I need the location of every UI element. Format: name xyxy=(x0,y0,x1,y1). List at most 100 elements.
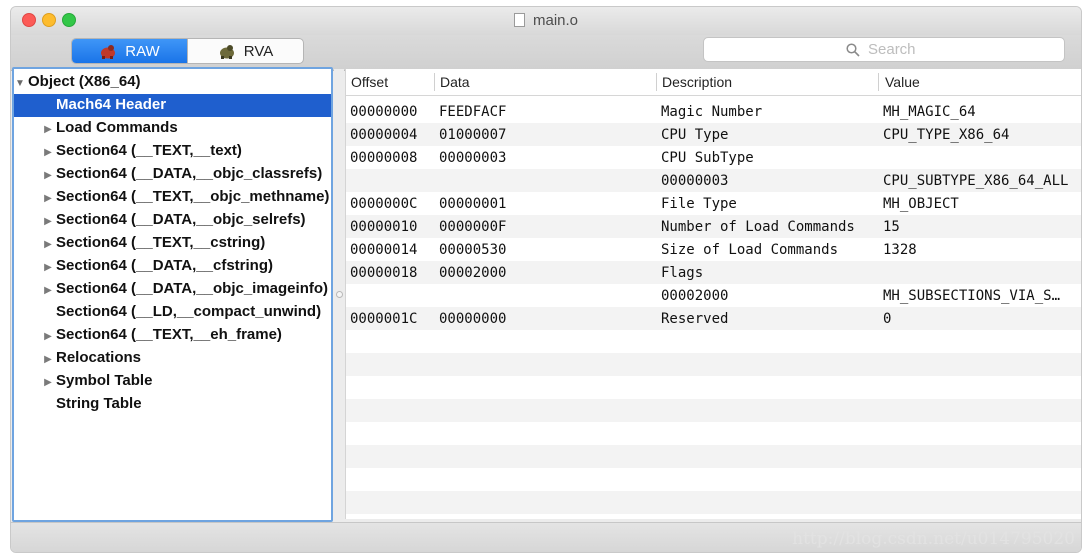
search-icon xyxy=(846,42,860,57)
tree-item-label: Section64 (__DATA,__objc_classrefs) xyxy=(56,165,323,182)
table-row[interactable]: 00000010 0000000F Number of Load Command… xyxy=(346,215,1081,238)
value-cell: CPU_TYPE_X86_64 xyxy=(883,127,1010,143)
search-field[interactable] xyxy=(703,37,1065,62)
search-input[interactable] xyxy=(866,40,922,59)
disclosure-triangle-icon[interactable]: ▶ xyxy=(42,188,54,210)
tree-item-section-eh-frame[interactable]: ▶ Section64 (__TEXT,__eh_frame) xyxy=(14,324,331,347)
disclosure-triangle-icon[interactable]: ▶ xyxy=(42,165,54,187)
tree-item-section-objc-selrefs[interactable]: ▶ Section64 (__DATA,__objc_selrefs) xyxy=(14,209,331,232)
value-cell: CPU_SUBTYPE_X86_64_ALL xyxy=(883,173,1069,189)
column-header-data[interactable]: Data xyxy=(440,74,470,90)
address-mode-segmented-control: RAW RVA xyxy=(71,38,304,64)
tree-item-label: Section64 (__DATA,__objc_imageinfo) xyxy=(56,280,329,297)
table-row[interactable]: 00000004 01000007 CPU Type CPU_TYPE_X86_… xyxy=(346,123,1081,146)
disclosure-triangle-icon[interactable]: ▶ xyxy=(42,280,54,302)
tree-item-section-objc-methname[interactable]: ▶ Section64 (__TEXT,__objc_methname) xyxy=(14,186,331,209)
table-row[interactable]: 00000018 00002000 Flags xyxy=(346,261,1081,284)
value-cell: MH_MAGIC_64 xyxy=(883,104,976,120)
tree-item-label: Section64 (__DATA,__objc_selrefs) xyxy=(56,211,306,228)
description-cell: Magic Number xyxy=(661,104,763,120)
table-row[interactable]: 00000000 FEEDFACF Magic Number MH_MAGIC_… xyxy=(346,100,1081,123)
value-cell: MH_SUBSECTIONS_VIA_S… xyxy=(883,288,1061,304)
table-row[interactable]: 00000003 CPU_SUBTYPE_X86_64_ALL xyxy=(346,169,1081,192)
table-row[interactable]: 00000008 00000003 CPU SubType xyxy=(346,146,1081,169)
tree-item-label: Section64 (__TEXT,__eh_frame) xyxy=(56,326,282,343)
data-cell: 00000000 xyxy=(439,311,507,327)
disclosure-triangle-icon[interactable]: ▶ xyxy=(42,211,54,233)
split-view-divider[interactable] xyxy=(334,69,344,519)
tree-item-mach64-header[interactable]: Mach64 Header xyxy=(14,94,331,117)
rva-segment-button[interactable]: RVA xyxy=(187,39,303,63)
description-cell: Size of Load Commands xyxy=(661,242,839,258)
tree-item-label: Relocations xyxy=(56,349,142,366)
description-cell: CPU Type xyxy=(661,127,729,143)
data-cell: 01000007 xyxy=(439,127,507,143)
tree-item-label: Section64 (__TEXT,__objc_methname) xyxy=(56,188,330,205)
rva-mode-icon xyxy=(219,45,234,59)
disclosure-triangle-icon[interactable]: ▶ xyxy=(42,372,54,394)
table-header: Offset Data Description Value xyxy=(346,69,1081,96)
tree-item-label: Section64 (__LD,__compact_unwind) xyxy=(56,303,322,320)
tree-item-section-cfstring[interactable]: ▶ Section64 (__DATA,__cfstring) xyxy=(14,255,331,278)
disclosure-triangle-icon[interactable]: ▶ xyxy=(42,257,54,279)
header-fields-table[interactable]: Offset Data Description Value 00000000 F… xyxy=(345,69,1081,519)
empty-table-row xyxy=(346,353,1081,376)
description-cell: 00002000 xyxy=(661,288,729,304)
tree-item-label: String Table xyxy=(56,395,142,412)
column-header-description[interactable]: Description xyxy=(662,74,732,90)
table-row[interactable]: 00000014 00000530 Size of Load Commands … xyxy=(346,238,1081,261)
data-cell: 0000000F xyxy=(439,219,507,235)
description-cell: Flags xyxy=(661,265,704,281)
value-cell: 1328 xyxy=(883,242,917,258)
tree-item-section-compact-unwind[interactable]: Section64 (__LD,__compact_unwind) xyxy=(14,301,331,324)
table-row[interactable]: 00002000 MH_SUBSECTIONS_VIA_S… xyxy=(346,284,1081,307)
tree-item-label: Section64 (__DATA,__cfstring) xyxy=(56,257,273,274)
disclosure-triangle-icon[interactable]: ▶ xyxy=(42,349,54,371)
data-cell: 00002000 xyxy=(439,265,507,281)
column-header-value[interactable]: Value xyxy=(885,74,920,90)
tree-item-string-table[interactable]: String Table xyxy=(14,393,331,416)
window-title-area: main.o xyxy=(11,12,1081,29)
value-cell: 15 xyxy=(883,219,900,235)
data-cell: 00000001 xyxy=(439,196,507,212)
raw-segment-button[interactable]: RAW xyxy=(72,39,187,63)
tree-item-load-commands[interactable]: ▶ Load Commands xyxy=(14,117,331,140)
tree-item-section-objc-imageinfo[interactable]: ▶ Section64 (__DATA,__objc_imageinfo) xyxy=(14,278,331,301)
table-row[interactable]: 0000001C 00000000 Reserved 0 xyxy=(346,307,1081,330)
description-cell: File Type xyxy=(661,196,737,212)
offset-cell: 00000010 xyxy=(350,219,418,235)
tree-item-symbol-table[interactable]: ▶ Symbol Table xyxy=(14,370,331,393)
value-cell: 0 xyxy=(883,311,892,327)
offset-cell: 00000000 xyxy=(350,104,418,120)
description-cell: Reserved xyxy=(661,311,729,327)
empty-table-row xyxy=(346,376,1081,399)
tree-item-relocations[interactable]: ▶ Relocations xyxy=(14,347,331,370)
column-divider[interactable] xyxy=(878,73,879,91)
tree-item-section-text[interactable]: ▶ Section64 (__TEXT,__text) xyxy=(14,140,331,163)
tree-root-object[interactable]: ▼ Object (X86_64) xyxy=(14,71,331,94)
tree-item-section-objc-classrefs[interactable]: ▶ Section64 (__DATA,__objc_classrefs) xyxy=(14,163,331,186)
empty-table-row xyxy=(346,330,1081,353)
outline-sidebar[interactable]: ▼ Object (X86_64) Mach64 Header ▶ Load Com… xyxy=(12,67,333,522)
table-row[interactable]: 0000000C 00000001 File Type MH_OBJECT xyxy=(346,192,1081,215)
disclosure-triangle-icon[interactable]: ▶ xyxy=(42,326,54,348)
disclosure-triangle-icon[interactable]: ▶ xyxy=(42,119,54,141)
empty-table-row xyxy=(346,468,1081,491)
tree-item-label: Load Commands xyxy=(56,119,178,136)
data-cell: 00000530 xyxy=(439,242,507,258)
column-header-offset[interactable]: Offset xyxy=(351,74,388,90)
disclosure-triangle-icon[interactable]: ▶ xyxy=(42,142,54,164)
offset-cell: 00000004 xyxy=(350,127,418,143)
description-cell: 00000003 xyxy=(661,173,729,189)
tree-item-label: Section64 (__TEXT,__cstring) xyxy=(56,234,266,251)
disclosure-triangle-icon[interactable]: ▶ xyxy=(42,234,54,256)
description-cell: Number of Load Commands xyxy=(661,219,855,235)
column-divider[interactable] xyxy=(434,73,435,91)
disclosure-triangle-expanded-icon[interactable]: ▼ xyxy=(14,73,26,95)
tree-item-section-cstring[interactable]: ▶ Section64 (__TEXT,__cstring) xyxy=(14,232,331,255)
column-divider[interactable] xyxy=(656,73,657,91)
empty-table-row xyxy=(346,445,1081,468)
data-cell: FEEDFACF xyxy=(439,104,507,120)
window-title: main.o xyxy=(532,12,579,29)
divider-handle-icon[interactable] xyxy=(336,291,343,298)
